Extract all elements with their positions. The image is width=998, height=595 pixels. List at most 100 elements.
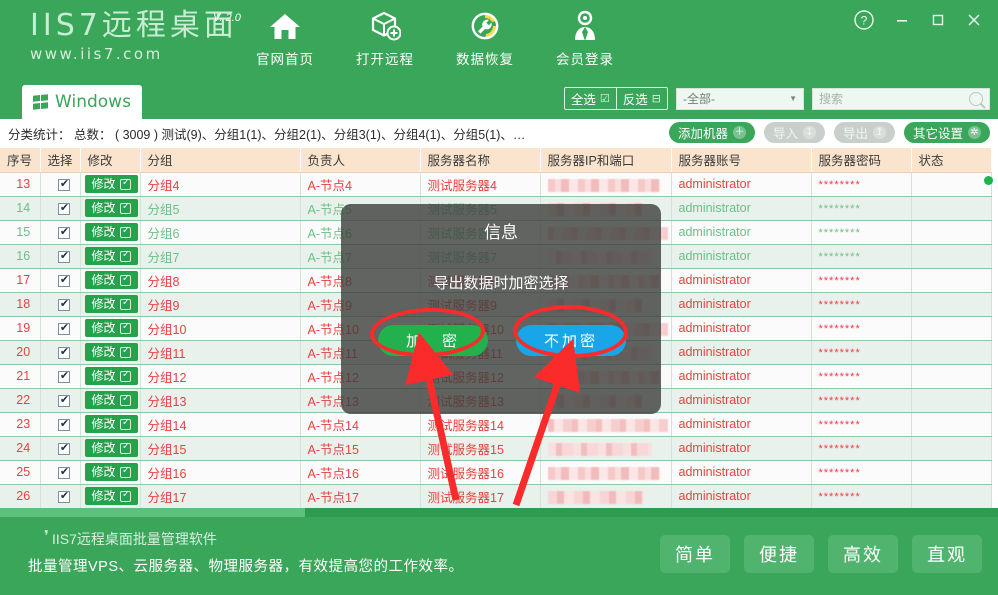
footer-tag-convenient[interactable]: 便捷 — [744, 535, 814, 573]
table-row[interactable]: 26 修改 分组17A-节点17测试服务器17 administrator ******… — [0, 484, 992, 509]
row-checkbox[interactable] — [57, 273, 71, 287]
table-row[interactable]: 25 修改 分组16A-节点16测试服务器16 administrator ******… — [0, 460, 992, 485]
edit-button[interactable]: 修改 — [84, 319, 138, 337]
row-checkbox[interactable] — [57, 441, 71, 455]
cell-select[interactable] — [40, 244, 81, 269]
edit-button[interactable]: 修改 — [84, 463, 138, 481]
cell-index: 24 — [0, 436, 41, 461]
cell-edit[interactable]: 修改 — [80, 292, 141, 317]
edit-button[interactable]: 修改 — [84, 295, 138, 313]
row-checkbox[interactable] — [57, 249, 71, 263]
cell-edit[interactable]: 修改 — [80, 268, 141, 293]
row-checkbox[interactable] — [57, 321, 71, 335]
cell-edit[interactable]: 修改 — [80, 220, 141, 245]
row-checkbox[interactable] — [57, 177, 71, 191]
cell-group: 分组13 — [140, 388, 301, 413]
export-button[interactable]: 导出 ↥ — [833, 122, 895, 143]
search-input[interactable] — [819, 91, 959, 106]
edit-button[interactable]: 修改 — [84, 271, 138, 289]
cell-edit[interactable]: 修改 — [80, 244, 141, 269]
table-header-row: 序号 选择 修改 分组 负责人 服务器名称 服务器IP和端口 服务器账号 服务器… — [0, 148, 992, 173]
import-button[interactable]: 导入 ↧ — [763, 122, 825, 143]
cell-select[interactable] — [40, 364, 81, 389]
cell-password: ******** — [811, 316, 912, 341]
cell-select[interactable] — [40, 412, 81, 437]
edit-button[interactable]: 修改 — [84, 247, 138, 265]
cell-edit[interactable]: 修改 — [80, 436, 141, 461]
invert-selection-button[interactable]: 反选 ⊟ — [615, 88, 667, 109]
row-checkbox[interactable] — [57, 345, 71, 359]
cell-select[interactable] — [40, 172, 81, 197]
add-machine-button[interactable]: 添加机器 ＋ — [668, 122, 755, 143]
table-row[interactable]: 24 修改 分组15A-节点15测试服务器15 administrator ******… — [0, 436, 992, 461]
cell-select[interactable] — [40, 196, 81, 221]
edit-button[interactable]: 修改 — [84, 439, 138, 457]
cell-edit[interactable]: 修改 — [80, 388, 141, 413]
wrench-recover-icon — [435, 6, 535, 46]
footer-tag-simple[interactable]: 简单 — [660, 535, 730, 573]
maximize-button[interactable] — [920, 6, 956, 34]
cell-select[interactable] — [40, 436, 81, 461]
row-checkbox[interactable] — [57, 465, 71, 479]
table-row[interactable]: 13 修改 分组4A-节点4测试服务器4 administrator ******** — [0, 172, 992, 197]
invert-selection-label: 反选 — [622, 93, 648, 107]
help-button[interactable]: ? — [844, 6, 884, 34]
col-password: 服务器密码 — [811, 148, 912, 173]
group-filter-select[interactable]: -全部- ▼ — [676, 87, 804, 110]
cell-account: administrator — [671, 412, 812, 437]
cell-edit[interactable]: 修改 — [80, 340, 141, 365]
edit-check-icon — [119, 320, 132, 334]
tab-windows[interactable]: Windows — [22, 85, 142, 119]
row-checkbox[interactable] — [57, 369, 71, 383]
edit-button[interactable]: 修改 — [84, 343, 138, 361]
edit-button[interactable]: 修改 — [84, 415, 138, 433]
row-checkbox[interactable] — [57, 201, 71, 215]
row-checkbox[interactable] — [57, 225, 71, 239]
edit-button[interactable]: 修改 — [84, 223, 138, 241]
cell-select[interactable] — [40, 268, 81, 293]
nav-item-home[interactable]: 官网首页 — [235, 4, 335, 68]
horizontal-scrollbar[interactable] — [0, 508, 998, 517]
cell-edit[interactable]: 修改 — [80, 412, 141, 437]
status-indicator-dot — [984, 176, 993, 185]
cell-select[interactable] — [40, 292, 81, 317]
other-settings-button[interactable]: 其它设置 ✲ — [903, 122, 990, 143]
footer-tag-intuitive[interactable]: 直观 — [912, 535, 982, 573]
row-checkbox[interactable] — [57, 297, 71, 311]
cell-select[interactable] — [40, 340, 81, 365]
row-checkbox[interactable] — [57, 417, 71, 431]
cell-select[interactable] — [40, 316, 81, 341]
cell-select[interactable] — [40, 484, 81, 509]
nav-item-data-recovery[interactable]: 数据恢复 — [435, 4, 535, 68]
cell-select[interactable] — [40, 220, 81, 245]
cell-select[interactable] — [40, 460, 81, 485]
footer-tag-efficient[interactable]: 高效 — [828, 535, 898, 573]
edit-button[interactable]: 修改 — [84, 199, 138, 217]
edit-button[interactable]: 修改 — [84, 487, 138, 505]
edit-button[interactable]: 修改 — [84, 367, 138, 385]
cell-edit[interactable]: 修改 — [80, 364, 141, 389]
cell-select[interactable] — [40, 388, 81, 413]
search-box[interactable] — [812, 87, 990, 110]
edit-button[interactable]: 修改 — [84, 175, 138, 193]
table-row[interactable]: 23 修改 分组14A-节点14测试服务器14 administrator ******… — [0, 412, 992, 437]
nav-item-open-remote[interactable]: 打开远程 — [335, 4, 435, 68]
select-all-button[interactable]: 全选 ☑ — [565, 88, 616, 109]
cell-edit[interactable]: 修改 — [80, 316, 141, 341]
cell-edit[interactable]: 修改 — [80, 484, 141, 509]
edit-check-icon — [119, 176, 132, 190]
scrollbar-thumb[interactable] — [0, 508, 305, 517]
cell-group: 分组8 — [140, 268, 301, 293]
row-checkbox[interactable] — [57, 393, 71, 407]
edit-button-label: 修改 — [91, 441, 116, 455]
cell-edit[interactable]: 修改 — [80, 460, 141, 485]
cell-edit[interactable]: 修改 — [80, 196, 141, 221]
row-checkbox[interactable] — [57, 489, 71, 503]
cell-server-name: 测试服务器15 — [420, 436, 541, 461]
minimize-button[interactable] — [884, 6, 920, 34]
import-icon: ↧ — [802, 126, 816, 139]
cell-edit[interactable]: 修改 — [80, 172, 141, 197]
close-button[interactable] — [956, 6, 992, 34]
nav-item-member-login[interactable]: 会员登录 — [535, 4, 635, 68]
edit-button[interactable]: 修改 — [84, 391, 138, 409]
